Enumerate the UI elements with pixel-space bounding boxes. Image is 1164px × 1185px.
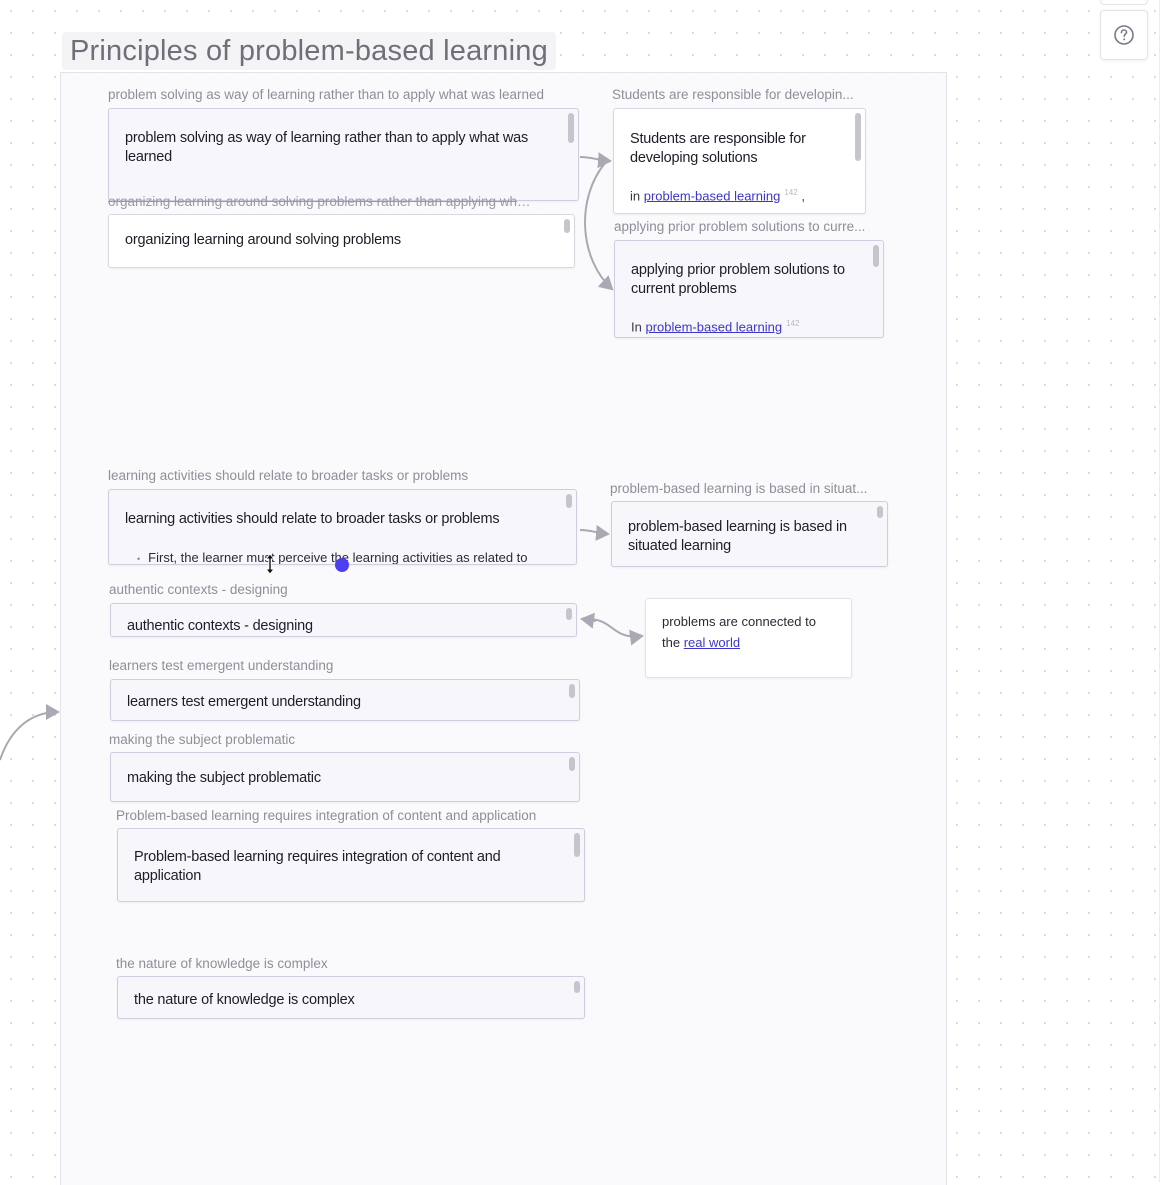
card-label: learning activities should relate to bro… bbox=[108, 468, 469, 483]
scrollbar[interactable] bbox=[568, 113, 574, 143]
card-label: problem-based learning is based in situa… bbox=[610, 481, 868, 496]
card-label: authentic contexts - designing bbox=[109, 582, 288, 597]
card-text[interactable]: Students are responsible for developing … bbox=[630, 130, 843, 168]
card-bullet[interactable]: • First, the learner must perceive the le… bbox=[137, 550, 528, 564]
card-label: making the subject problematic bbox=[109, 732, 296, 747]
scrollbar[interactable] bbox=[574, 981, 580, 993]
card-integration[interactable]: Problem-based learning requires integrat… bbox=[117, 828, 585, 902]
card-label: problem solving as way of learning rathe… bbox=[108, 87, 544, 102]
scrollbar[interactable] bbox=[564, 219, 570, 233]
collaborator-cursor-dot bbox=[335, 558, 349, 572]
card-label: Students are responsible for developin..… bbox=[612, 87, 854, 102]
connector-offscreen bbox=[0, 704, 60, 761]
scrollbar[interactable] bbox=[569, 757, 575, 771]
connector-c3-r3 bbox=[579, 525, 610, 541]
card-making-problematic[interactable]: making the subject problematic bbox=[110, 752, 580, 802]
card-label: learners test emergent understanding bbox=[109, 658, 334, 673]
card-label: organizing learning around solving probl… bbox=[108, 194, 533, 209]
card-text[interactable]: problems are connected to the real world bbox=[662, 611, 833, 653]
card-source: in problem-based learning 142 , bbox=[630, 188, 805, 204]
card-situated-learning[interactable]: problem-based learning is based in situa… bbox=[611, 501, 888, 567]
card-text[interactable]: organizing learning around solving probl… bbox=[125, 231, 552, 250]
card-text[interactable]: the nature of knowledge is complex bbox=[134, 991, 562, 1010]
card-learners-test[interactable]: learners test emergent understanding bbox=[110, 679, 580, 721]
card-text[interactable]: problem-based learning is based in situa… bbox=[628, 518, 865, 556]
card-text[interactable]: authentic contexts - designing bbox=[127, 617, 554, 636]
card-text[interactable]: problem solving as way of learning rathe… bbox=[125, 129, 556, 167]
real-world-link[interactable]: real world bbox=[684, 635, 740, 650]
card-label: applying prior problem solutions to curr… bbox=[614, 219, 866, 234]
card-label: Problem-based learning requires integrat… bbox=[116, 808, 537, 823]
scrollbar[interactable] bbox=[574, 833, 580, 857]
card-text[interactable]: making the subject problematic bbox=[127, 769, 557, 788]
card-students-responsible[interactable]: Students are responsible for developing … bbox=[613, 108, 866, 214]
scrollbar[interactable] bbox=[566, 608, 572, 620]
card-source: In problem-based learning 142 bbox=[631, 319, 800, 335]
card-label: the nature of knowledge is complex bbox=[116, 956, 328, 971]
card-authentic-contexts[interactable]: authentic contexts - designing bbox=[110, 603, 577, 637]
scrollbar[interactable] bbox=[877, 506, 883, 518]
card-applying-prior[interactable]: applying prior problem solutions to curr… bbox=[614, 240, 884, 338]
card-text[interactable]: learners test emergent understanding bbox=[127, 693, 557, 712]
scrollbar[interactable] bbox=[873, 245, 879, 267]
resize-cursor-icon bbox=[264, 553, 276, 575]
problem-based-learning-link[interactable]: problem-based learning bbox=[644, 188, 781, 203]
card-text[interactable]: learning activities should relate to bro… bbox=[125, 510, 554, 529]
problem-based-learning-link[interactable]: problem-based learning bbox=[645, 319, 782, 334]
card-problem-solving[interactable]: problem solving as way of learning rathe… bbox=[108, 108, 579, 201]
card-text[interactable]: Problem-based learning requires integrat… bbox=[134, 848, 562, 886]
connector-c1-r2 bbox=[584, 162, 614, 291]
scrollbar[interactable] bbox=[569, 684, 575, 698]
connector-c1-r1 bbox=[579, 152, 612, 169]
card-learning-activities[interactable]: learning activities should relate to bro… bbox=[108, 489, 577, 565]
connector-c4-r4 bbox=[587, 618, 644, 646]
scrollbar[interactable] bbox=[855, 113, 861, 161]
card-real-world[interactable]: problems are connected to the real world bbox=[645, 598, 852, 678]
card-organizing-learning[interactable]: organizing learning around solving probl… bbox=[108, 214, 575, 268]
card-nature-of-knowledge[interactable]: the nature of knowledge is complex bbox=[117, 976, 585, 1019]
card-text[interactable]: applying prior problem solutions to curr… bbox=[631, 261, 861, 299]
scrollbar[interactable] bbox=[566, 494, 572, 508]
